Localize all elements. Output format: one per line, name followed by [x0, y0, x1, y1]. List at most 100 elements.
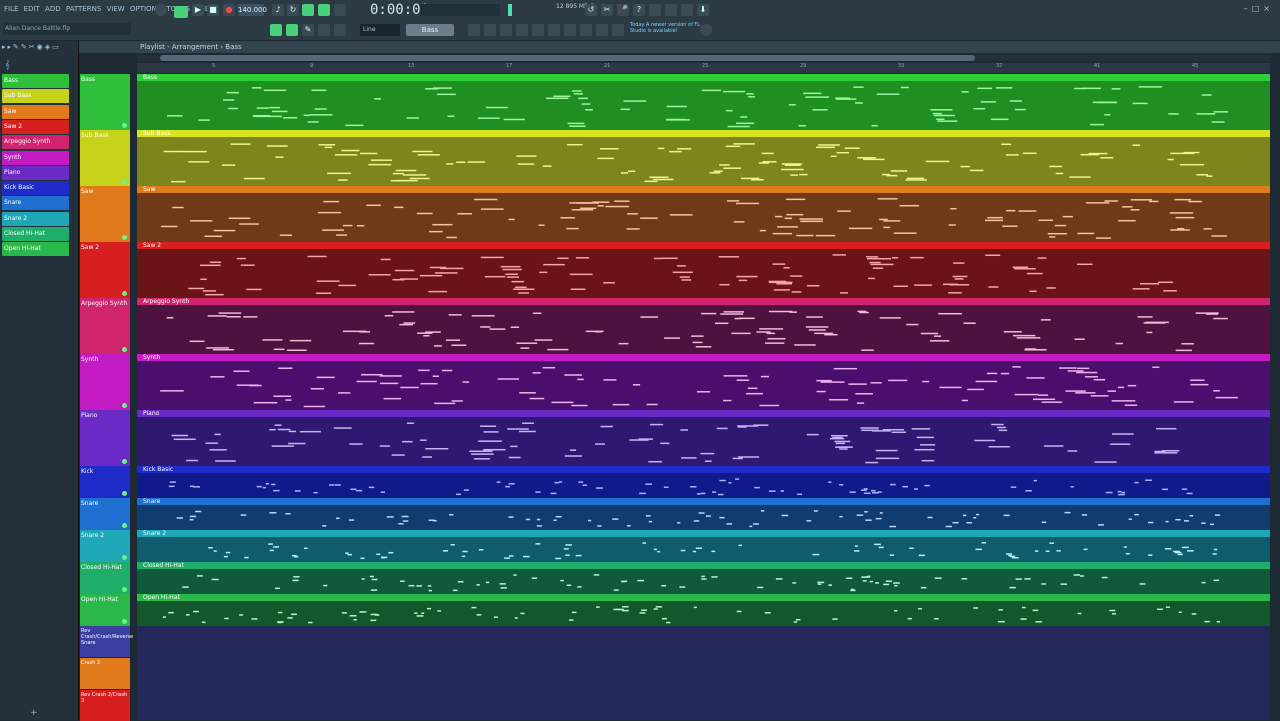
clip-label[interactable]: Open Hi-Hat — [137, 594, 1270, 601]
microphone-icon[interactable]: 🎤 — [617, 4, 629, 16]
clip-label[interactable]: Arpeggio Synth — [137, 298, 1270, 305]
clip-label[interactable]: Snare 2 — [137, 530, 1270, 537]
play-button[interactable]: ▶ — [192, 4, 204, 16]
pattern-selector[interactable]: Bass — [406, 24, 454, 36]
undo-icon[interactable]: ↺ — [585, 4, 597, 16]
cut-icon[interactable]: ✂ — [601, 4, 613, 16]
clip-label[interactable]: Saw 2 — [137, 242, 1270, 249]
stamp-icon[interactable] — [334, 24, 346, 36]
track-mute-led[interactable] — [122, 619, 127, 624]
clip-label[interactable]: Bass — [137, 74, 1270, 81]
track-header[interactable]: Saw — [80, 186, 130, 242]
tempo-display[interactable]: 140.000 — [238, 4, 267, 16]
track-header[interactable]: Closed Hi-Hat — [80, 562, 130, 594]
track-lane[interactable]: Saw 2 — [137, 242, 1270, 298]
pattern-song-toggle[interactable] — [174, 6, 188, 18]
stop-button[interactable]: ■ — [207, 4, 219, 16]
track-header[interactable]: Open Hi-Hat — [80, 594, 130, 626]
scrollbar-thumb[interactable] — [160, 55, 975, 61]
channel-synth[interactable]: Synth — [2, 150, 69, 165]
cart-icon[interactable] — [612, 24, 624, 36]
track-lane[interactable]: Arpeggio Synth — [137, 298, 1270, 354]
clip-label[interactable]: Closed Hi-Hat — [137, 562, 1270, 569]
track-header[interactable]: Snare — [80, 498, 130, 530]
channel-closed-hi-hat[interactable]: Closed Hi-Hat — [2, 227, 69, 241]
playlist-icon[interactable] — [270, 24, 282, 36]
automation-track-header[interactable]: Crash 2 — [80, 658, 130, 689]
track-lane[interactable]: Bass — [137, 74, 1270, 130]
browser-icon[interactable] — [649, 4, 661, 16]
piano-icon[interactable]: 𝄞 — [5, 60, 10, 70]
channel-piano[interactable]: Piano — [2, 165, 69, 180]
plugin-icon[interactable] — [548, 24, 560, 36]
record-button[interactable]: ● — [223, 4, 235, 16]
clip-label[interactable]: Saw — [137, 186, 1270, 193]
track-lane[interactable]: Sub Bass — [137, 130, 1270, 186]
track-mute-led[interactable] — [122, 491, 127, 496]
timeline-ruler[interactable]: 5 9 13 17 21 25 29 33 37 41 45 — [137, 63, 1270, 73]
paint-icon[interactable] — [318, 24, 330, 36]
chat-icon[interactable] — [681, 4, 693, 16]
track-mute-led[interactable] — [122, 291, 127, 296]
mixer-view-icon[interactable] — [484, 24, 496, 36]
step-edit-icon[interactable] — [302, 4, 314, 16]
channel-snare[interactable]: Snare — [2, 196, 69, 211]
track-mute-led[interactable] — [122, 403, 127, 408]
track-mute-led[interactable] — [122, 523, 127, 528]
loop-record-icon[interactable]: ↻ — [287, 4, 299, 16]
channel-arpeggio-synth[interactable]: Arpeggio Synth — [2, 135, 69, 150]
track-mute-led[interactable] — [122, 235, 127, 240]
clip-label[interactable]: Piano — [137, 410, 1270, 417]
clip-label[interactable]: Kick Basic — [137, 466, 1270, 473]
master-volume-knob[interactable] — [155, 4, 167, 16]
track-header[interactable]: Saw 2 — [80, 242, 130, 298]
playlist-tools[interactable]: ▸▸✎✎✂◉◈▭ — [2, 43, 61, 51]
help-icon[interactable]: ? — [633, 4, 645, 16]
channel-rack-icon[interactable] — [468, 24, 480, 36]
news-panel[interactable]: Today A newer version of FL Studio is av… — [630, 22, 710, 34]
track-mute-led[interactable] — [122, 347, 127, 352]
plugin-picker-icon[interactable] — [516, 24, 528, 36]
channel-saw[interactable]: Saw — [2, 104, 69, 119]
project-icon[interactable] — [532, 24, 544, 36]
clip-label[interactable]: Sub Bass — [137, 130, 1270, 137]
menu-file[interactable]: FILE — [4, 5, 18, 13]
track-lane[interactable]: Kick Basic — [137, 466, 1270, 498]
blend-notes-icon[interactable] — [334, 4, 346, 16]
touch-controller-icon[interactable] — [580, 24, 592, 36]
track-lane[interactable]: Piano — [137, 410, 1270, 466]
track-header[interactable]: Piano — [80, 410, 130, 466]
track-lane[interactable]: Saw — [137, 186, 1270, 242]
channel-snare-2[interactable]: Snare 2 — [2, 211, 69, 226]
track-header[interactable]: Snare 2 — [80, 530, 130, 562]
menu-add[interactable]: ADD — [45, 5, 61, 13]
snap-selector[interactable]: Line — [360, 24, 400, 36]
pencil-icon[interactable]: ✎ — [302, 24, 314, 36]
tuner-icon[interactable] — [564, 24, 576, 36]
piano-roll-icon[interactable] — [286, 24, 298, 36]
channel-sub-bass[interactable]: Sub Bass — [2, 89, 69, 104]
track-header[interactable]: Arpeggio Synth — [80, 298, 130, 354]
download-icon[interactable]: ⬇ — [697, 4, 709, 16]
online-icon[interactable] — [700, 24, 712, 36]
mixer-icon[interactable] — [665, 4, 677, 16]
track-mute-led[interactable] — [122, 179, 127, 184]
clip-label[interactable]: Snare — [137, 498, 1270, 505]
track-lane[interactable]: Synth — [137, 354, 1270, 410]
track-mute-led[interactable] — [122, 123, 127, 128]
track-header[interactable]: Synth — [80, 354, 130, 410]
track-lane[interactable]: Snare — [137, 498, 1270, 530]
window-controls[interactable]: –□× — [1244, 4, 1274, 13]
automation-track-header[interactable]: Rev Crash 2/Crash 3 — [80, 690, 130, 721]
add-track-icon[interactable]: + — [30, 708, 38, 718]
metronome-icon[interactable]: ♪ — [272, 4, 284, 16]
track-mute-led[interactable] — [122, 555, 127, 560]
channel-bass[interactable]: Bass — [2, 74, 69, 88]
browser-view-icon[interactable] — [500, 24, 512, 36]
track-mute-led[interactable] — [122, 459, 127, 464]
menu-edit[interactable]: EDIT — [24, 5, 40, 13]
channel-open-hi-hat[interactable]: Open Hi-Hat — [2, 242, 69, 257]
track-header[interactable]: Bass — [80, 74, 130, 130]
clip-label[interactable]: Synth — [137, 354, 1270, 361]
automation-track-header[interactable]: Rev Crash/Crash/Reverse Snare — [80, 626, 133, 657]
